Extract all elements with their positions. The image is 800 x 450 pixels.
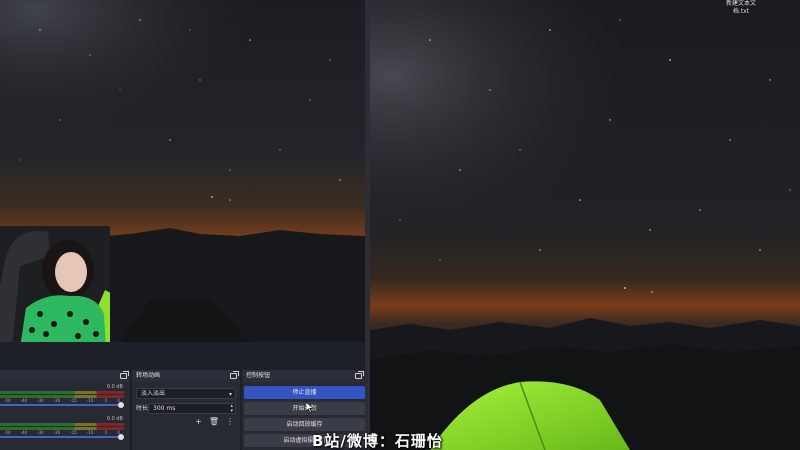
scale-tick: -5 — [103, 398, 108, 403]
scale-tick: -40 — [20, 430, 28, 435]
streamer-camera-image — [0, 226, 110, 348]
streamer-watermark: B站/微博：石珊怡 — [312, 432, 443, 450]
scale-tick: -30 — [37, 398, 44, 403]
audio-meter-2: 0.0 dB -50 -40 -30 -20 -15 -10 -5 0 — [0, 416, 126, 440]
audio-meter-db: 0.0 dB — [106, 416, 123, 422]
undock-icon[interactable] — [355, 371, 364, 379]
desktop-text-file[interactable]: 新建文本文 档.txt — [716, 0, 766, 18]
night-sky-tent-scene — [370, 0, 800, 450]
audio-mixer-title-bar — [0, 370, 130, 382]
scale-tick: -15 — [70, 430, 77, 435]
mouse-cursor-icon — [306, 402, 314, 413]
duration-label: 时长 — [136, 405, 149, 412]
scale-tick: -10 — [86, 398, 94, 403]
desktop-file-name-line2: 档.txt — [732, 8, 750, 15]
undock-icon[interactable] — [120, 371, 129, 379]
transition-selected-value: 淡入淡出 — [141, 390, 166, 397]
chevron-down-icon: ▾ — [228, 391, 232, 398]
scale-tick: -50 — [4, 398, 11, 403]
audio-meter-1: 0.0 dB -50 -40 -30 -20 -15 -10 -5 0 — [0, 384, 126, 408]
dock-title-text: 转场动画 — [136, 372, 161, 379]
trash-icon[interactable]: 🗑 — [209, 417, 219, 427]
duration-value: 300 ms — [153, 405, 176, 412]
dock-title-text: 控制按钮 — [246, 372, 271, 379]
start-recording-button[interactable]: 开始录制 — [244, 402, 365, 415]
audio-meter-db: 0.0 dB — [106, 384, 123, 390]
audio-mixer-dock: 0.0 dB -50 -40 -30 -20 -15 -10 -5 0 0.0 … — [0, 370, 130, 450]
scale-tick: -40 — [20, 398, 28, 403]
transition-select[interactable]: 淡入淡出 ▾ — [136, 388, 236, 399]
obs-program-right — [370, 0, 800, 450]
audio-meter-scale: -50 -40 -30 -20 -15 -10 -5 0 — [0, 430, 124, 435]
stop-streaming-button[interactable]: 停止直播 — [244, 386, 365, 399]
volume-slider[interactable] — [0, 434, 124, 440]
scale-tick: -20 — [53, 430, 61, 435]
add-icon[interactable]: + — [195, 417, 202, 427]
audio-level-bar — [0, 423, 124, 426]
more-options-icon[interactable]: ⋮ — [226, 417, 234, 427]
desktop-file-name-line1: 新建文本文 — [725, 0, 756, 7]
audio-level-bar — [0, 391, 124, 394]
scale-tick: -50 — [4, 430, 11, 435]
undock-icon[interactable] — [230, 371, 239, 379]
transition-toolbar: + 🗑 ⋮ — [195, 417, 234, 427]
scale-tick: -20 — [53, 398, 61, 403]
scale-tick: -15 — [70, 398, 77, 403]
scale-tick: -10 — [86, 430, 94, 435]
spin-arrows-icon[interactable]: ▴ ▾ — [230, 404, 233, 414]
scene-transitions-title-bar: 转场动画 — [132, 370, 240, 382]
scene-transitions-dock: 转场动画 淡入淡出 ▾ 时长 300 ms ▴ ▾ + 🗑 ⋮ — [132, 370, 240, 450]
scale-tick: -30 — [37, 430, 44, 435]
controls-title-bar: 控制按钮 — [242, 370, 365, 382]
audio-meter-scale: -50 -40 -30 -20 -15 -10 -5 0 — [0, 398, 124, 403]
volume-slider[interactable] — [0, 402, 124, 408]
scale-tick: -5 — [103, 430, 108, 435]
webcam-overlay — [0, 226, 110, 348]
duration-spinbox[interactable]: 300 ms ▴ ▾ — [148, 403, 236, 414]
obs-dock-area: 0.0 dB -50 -40 -30 -20 -15 -10 -5 0 0.0 … — [0, 342, 365, 450]
